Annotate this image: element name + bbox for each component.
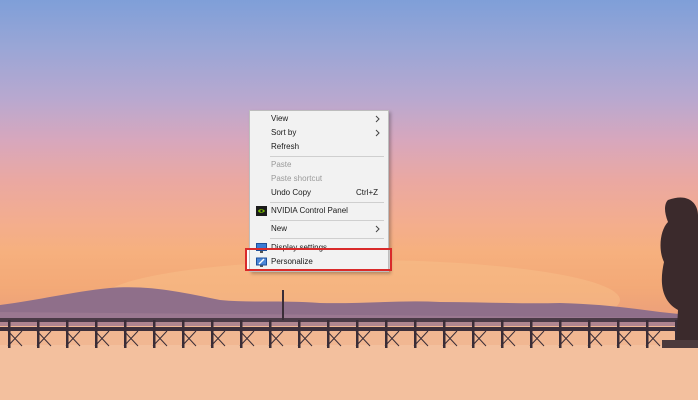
- menu-item-shortcut: Ctrl+Z: [356, 188, 378, 197]
- menu-item-undo-copy[interactable]: Undo Copy Ctrl+Z: [250, 186, 388, 200]
- chevron-right-icon: [375, 115, 380, 123]
- personalize-highlight-box: [245, 248, 392, 271]
- menu-separator: [270, 220, 384, 221]
- menu-item-paste-shortcut: Paste shortcut: [250, 172, 388, 186]
- menu-item-sort-by[interactable]: Sort by: [250, 126, 388, 140]
- menu-item-label: Paste: [271, 160, 292, 169]
- menu-separator: [270, 156, 384, 157]
- menu-item-label: NVIDIA Control Panel: [271, 206, 348, 215]
- menu-item-label: Sort by: [271, 128, 297, 137]
- menu-separator: [270, 202, 384, 203]
- menu-item-label: New: [271, 224, 288, 233]
- menu-item-label: Undo Copy: [271, 188, 312, 197]
- menu-item-label: View: [271, 114, 289, 123]
- chevron-right-icon: [375, 129, 380, 137]
- menu-item-nvidia-control-panel[interactable]: NVIDIA Control Panel: [250, 204, 388, 218]
- desktop-background[interactable]: View Sort by Refresh Paste Paste shortcu…: [0, 0, 698, 400]
- chevron-right-icon: [375, 225, 380, 233]
- menu-separator: [270, 238, 384, 239]
- menu-item-refresh[interactable]: Refresh: [250, 140, 388, 154]
- menu-item-paste: Paste: [250, 158, 388, 172]
- menu-item-new[interactable]: New: [250, 222, 388, 236]
- menu-item-label: Paste shortcut: [271, 174, 323, 183]
- nvidia-icon: [256, 206, 267, 216]
- menu-item-label: Refresh: [271, 142, 300, 151]
- menu-item-view[interactable]: View: [250, 112, 388, 126]
